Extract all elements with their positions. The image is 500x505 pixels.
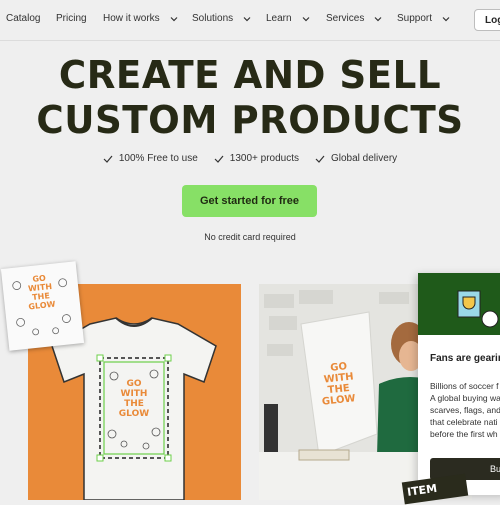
chevron-down-icon (243, 16, 251, 21)
popup-title: Fans are gearing (430, 353, 500, 364)
hero-title-line-1: CREATE AND SELL (58, 53, 442, 97)
chevron-down-icon (170, 16, 178, 21)
design-text: THE (124, 399, 144, 409)
nav-item-solutions[interactable]: Solutions (192, 13, 251, 24)
trophy-icon (457, 290, 499, 328)
nav-item-pricing[interactable]: Pricing (56, 13, 87, 24)
nav-item-label: Pricing (56, 13, 87, 24)
feature-list: 100% Free to use 1300+ products Global d… (0, 153, 500, 164)
feature-item: Global delivery (315, 153, 397, 164)
chevron-down-icon (374, 16, 382, 21)
design-text: GLOW (119, 409, 149, 419)
nav-item-support[interactable]: Support (397, 13, 450, 24)
check-icon (214, 155, 224, 163)
nav-item-label: Support (397, 13, 433, 24)
design-text: WITH (121, 389, 148, 399)
nav-item-services[interactable]: Services (326, 13, 382, 24)
get-started-button[interactable]: Get started for free (182, 185, 317, 217)
feature-item: 1300+ products (214, 153, 299, 164)
nav-item-how-it-works[interactable]: How it works (103, 13, 178, 24)
check-icon (103, 155, 113, 163)
feature-label: Global delivery (331, 153, 398, 164)
nav-item-label: How it works (103, 13, 160, 24)
popup-body: Billions of soccer f A global buying wa … (430, 381, 500, 439)
design-artwork: GO WITH THE GLOW (12, 274, 71, 336)
chevron-down-icon (302, 16, 310, 21)
design-text: GO (126, 379, 141, 389)
popup-banner (418, 273, 500, 335)
nav-item-label: Catalog (6, 13, 41, 24)
check-icon (315, 155, 325, 163)
top-nav: Catalog Pricing How it works Solutions L… (0, 0, 500, 41)
nav-item-label: Learn (266, 13, 292, 24)
hero-title-line-2: CUSTOM PRODUCTS (36, 98, 464, 142)
promo-popup: Fans are gearing Billions of soccer f A … (418, 273, 500, 495)
feature-item: 100% Free to use (103, 153, 198, 164)
feature-label: 1300+ products (229, 153, 299, 164)
nav-item-label: Services (326, 13, 365, 24)
svg-text:GLOW: GLOW (28, 300, 56, 312)
nav-item-label: Solutions (192, 13, 234, 24)
chevron-down-icon (442, 16, 450, 21)
design-sticker: GO WITH THE GLOW (0, 261, 85, 351)
nav-item-catalog[interactable]: Catalog (6, 13, 40, 24)
feature-label: 100% Free to use (118, 153, 198, 164)
no-credit-card-note: No credit card required (204, 232, 296, 242)
nav-item-learn[interactable]: Learn (266, 13, 310, 24)
login-button[interactable]: Log (474, 9, 500, 31)
